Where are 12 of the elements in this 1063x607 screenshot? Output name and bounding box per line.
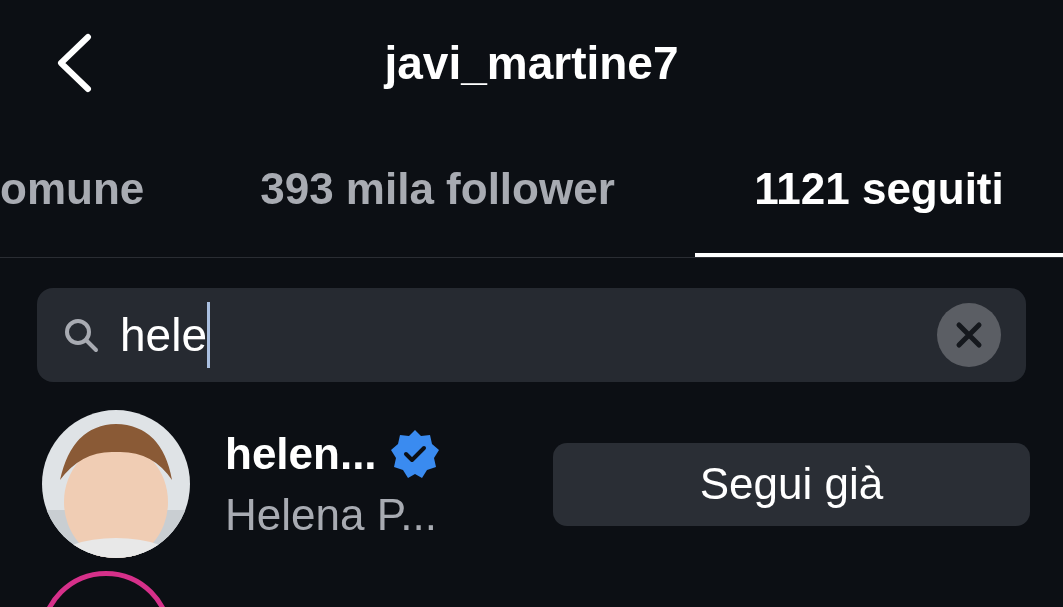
- following-button[interactable]: Segui già: [553, 442, 1030, 526]
- search-field[interactable]: hele: [37, 288, 1026, 382]
- tab[interactable]: 1121 seguiti: [695, 125, 1063, 257]
- tab[interactable]: omune: [0, 125, 180, 257]
- username[interactable]: helen...: [225, 426, 377, 481]
- back-icon[interactable]: [55, 33, 93, 93]
- tab[interactable]: 393 mila follower: [180, 125, 695, 257]
- text-cursor: [206, 302, 210, 368]
- clear-icon[interactable]: [937, 303, 1001, 367]
- full-name: Helena P...: [225, 489, 438, 541]
- search-text: hele: [120, 307, 207, 363]
- search-icon: [62, 316, 100, 354]
